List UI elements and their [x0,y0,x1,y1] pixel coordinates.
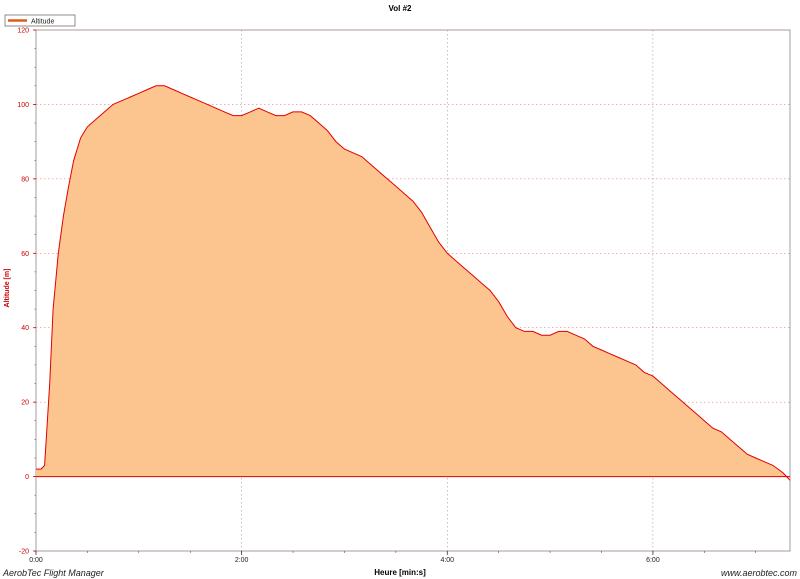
altitude-chart: Vol #2 Altitude -20 0 20 40 60 80 100 120 0:00 2… [2,4,798,578]
y-tick-label: 100 [17,102,29,109]
x-tick-label: 2:00 [235,557,249,564]
y-tick-label: -20 [19,549,29,556]
x-tick-label: 0:00 [29,557,43,564]
footer-left: AerobTec Flight Manager [2,568,105,578]
x-axis-label: Heure [min:s] [374,568,426,577]
y-tick-label: 120 [17,28,29,35]
y-tick-label: 60 [21,251,29,258]
x-tick-label: 4:00 [440,557,454,564]
y-axis-label: Altitude [m] [4,269,11,308]
y-tick-label: 80 [21,176,29,183]
x-tick-label: 6:00 [646,557,660,564]
x-axis-ticks: 0:00 2:00 4:00 6:00 [29,551,756,564]
y-axis-ticks: -20 0 20 40 60 80 100 120 [17,28,36,556]
legend-label: Altitude [31,19,54,26]
chart-title: Vol #2 [389,4,413,13]
footer-right: www.aerobtec.com [721,568,798,578]
legend: Altitude [4,14,76,27]
y-tick-label: 0 [25,474,29,481]
y-tick-label: 40 [21,325,29,332]
y-tick-label: 20 [21,400,29,407]
